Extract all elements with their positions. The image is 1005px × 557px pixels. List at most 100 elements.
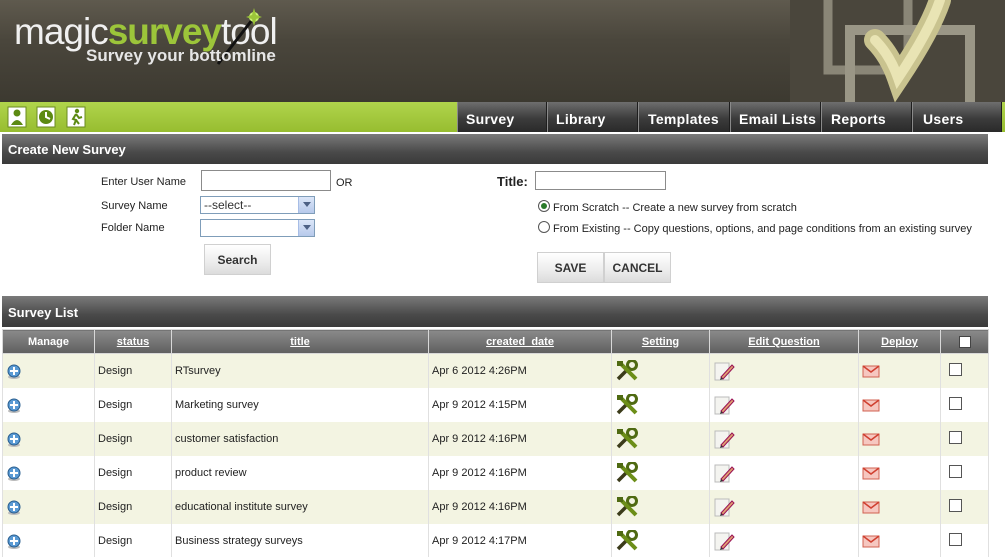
save-button[interactable]: SAVE <box>537 252 604 283</box>
title-cell: Marketing survey <box>171 387 429 422</box>
manage-add-icon[interactable] <box>6 398 22 413</box>
folder-name-select[interactable] <box>200 219 315 237</box>
settings-tools-icon[interactable] <box>615 359 641 381</box>
row-checkbox[interactable] <box>949 464 962 478</box>
from-scratch-label: From Scratch -- Create a new survey from… <box>553 202 797 214</box>
col-manage: Manage <box>2 329 95 354</box>
col-select-all <box>940 329 989 354</box>
manage-add-icon[interactable] <box>6 534 22 549</box>
select-all-checkbox[interactable] <box>958 335 971 348</box>
tab-library[interactable]: Library <box>547 102 638 132</box>
col-status-sort[interactable]: status <box>94 329 172 354</box>
deploy-cell <box>858 455 941 490</box>
or-label: OR <box>336 177 353 189</box>
survey-name-value: --select-- <box>204 198 252 212</box>
manage-cell <box>2 523 95 557</box>
edit-pencil-icon[interactable] <box>713 464 735 482</box>
edit-question-cell <box>709 523 859 557</box>
survey-name-select[interactable]: --select-- <box>200 196 315 214</box>
col-title-sort[interactable]: title <box>171 329 429 354</box>
col-deploy[interactable]: Deploy <box>858 329 941 354</box>
from-existing-radio[interactable] <box>538 221 550 233</box>
edit-pencil-icon[interactable] <box>713 430 735 448</box>
edit-pencil-icon[interactable] <box>713 532 735 550</box>
row-checkbox[interactable] <box>949 498 962 512</box>
row-checkbox[interactable] <box>949 362 962 376</box>
deploy-mail-icon[interactable] <box>862 398 880 411</box>
edit-pencil-icon[interactable] <box>713 362 735 381</box>
deploy-cell <box>858 523 941 557</box>
table-row: Design customer satisfaction Apr 9 2012 4:… <box>2 421 989 456</box>
tab-users[interactable]: Users <box>912 102 1002 132</box>
deploy-cell <box>858 387 941 422</box>
manage-add-icon[interactable] <box>6 432 22 447</box>
table-row: Design educational institute survey Apr 9 … <box>2 489 989 524</box>
main-nav: Survey Library Templates Email Lists Rep… <box>457 102 1002 132</box>
user-name-input[interactable] <box>201 170 331 191</box>
select-cell <box>940 387 989 422</box>
settings-tools-icon[interactable] <box>615 461 641 482</box>
created-date-cell: Apr 9 2012 4:16PM <box>428 455 612 490</box>
select-cell <box>940 455 989 490</box>
create-survey-header: Create New Survey <box>2 134 988 164</box>
edit-pencil-icon[interactable] <box>713 396 735 414</box>
table-row: Design Marketing survey Apr 9 2012 4:15PM <box>2 387 989 422</box>
settings-tools-icon[interactable] <box>615 529 641 550</box>
created-date-cell: Apr 9 2012 4:16PM <box>428 489 612 524</box>
title-input[interactable] <box>535 171 666 190</box>
setting-cell <box>611 421 710 456</box>
deploy-mail-icon[interactable] <box>862 500 880 513</box>
title-cell: RTsurvey <box>171 353 429 388</box>
col-setting[interactable]: Setting <box>611 329 710 354</box>
tab-email-lists[interactable]: Email Lists <box>730 102 821 132</box>
row-checkbox[interactable] <box>949 396 962 410</box>
user-icon[interactable] <box>6 106 28 128</box>
cancel-button[interactable]: CANCEL <box>604 252 671 283</box>
manage-add-icon[interactable] <box>6 364 22 379</box>
edit-pencil-icon[interactable] <box>713 498 735 516</box>
manage-cell <box>2 455 95 490</box>
chevron-down-icon <box>298 197 314 213</box>
setting-cell <box>611 387 710 422</box>
setting-cell <box>611 455 710 490</box>
status-cell: Design <box>94 489 172 524</box>
tab-templates[interactable]: Templates <box>638 102 730 132</box>
title-cell: educational institute survey <box>171 489 429 524</box>
col-edit-question[interactable]: Edit Question <box>709 329 859 354</box>
row-checkbox[interactable] <box>949 532 962 546</box>
status-cell: Design <box>94 421 172 456</box>
tab-reports[interactable]: Reports <box>821 102 912 132</box>
survey-table: Manage status title created_date Setting… <box>2 329 989 557</box>
exit-icon[interactable] <box>65 106 87 128</box>
status-cell: Design <box>94 387 172 422</box>
chevron-down-icon <box>298 220 314 236</box>
deploy-cell <box>858 421 941 456</box>
table-header-row: Manage status title created_date Setting… <box>2 329 989 354</box>
settings-tools-icon[interactable] <box>615 393 641 414</box>
deploy-mail-icon[interactable] <box>862 365 880 378</box>
table-row: Design RTsurvey Apr 6 2012 4:26PM <box>2 353 989 388</box>
from-scratch-radio[interactable] <box>538 200 550 212</box>
clock-icon[interactable] <box>35 106 57 128</box>
col-created-date-sort[interactable]: created_date <box>428 329 612 354</box>
settings-tools-icon[interactable] <box>615 495 641 516</box>
setting-cell <box>611 353 710 388</box>
search-button[interactable]: Search <box>204 244 271 275</box>
row-checkbox[interactable] <box>949 430 962 444</box>
manage-add-icon[interactable] <box>6 466 22 481</box>
edit-question-cell <box>709 387 859 422</box>
status-cell: Design <box>94 455 172 490</box>
user-name-label: Enter User Name <box>101 176 186 188</box>
created-date-cell: Apr 9 2012 4:16PM <box>428 421 612 456</box>
status-cell: Design <box>94 353 172 388</box>
select-cell <box>940 489 989 524</box>
deploy-mail-icon[interactable] <box>862 432 880 445</box>
manage-add-icon[interactable] <box>6 500 22 515</box>
checkmark-art-icon <box>790 0 1005 102</box>
created-date-cell: Apr 6 2012 4:26PM <box>428 353 612 388</box>
settings-tools-icon[interactable] <box>615 427 641 448</box>
deploy-mail-icon[interactable] <box>862 534 880 547</box>
tab-survey[interactable]: Survey <box>457 102 547 132</box>
deploy-mail-icon[interactable] <box>862 466 880 479</box>
survey-list-header: Survey List <box>2 296 988 327</box>
